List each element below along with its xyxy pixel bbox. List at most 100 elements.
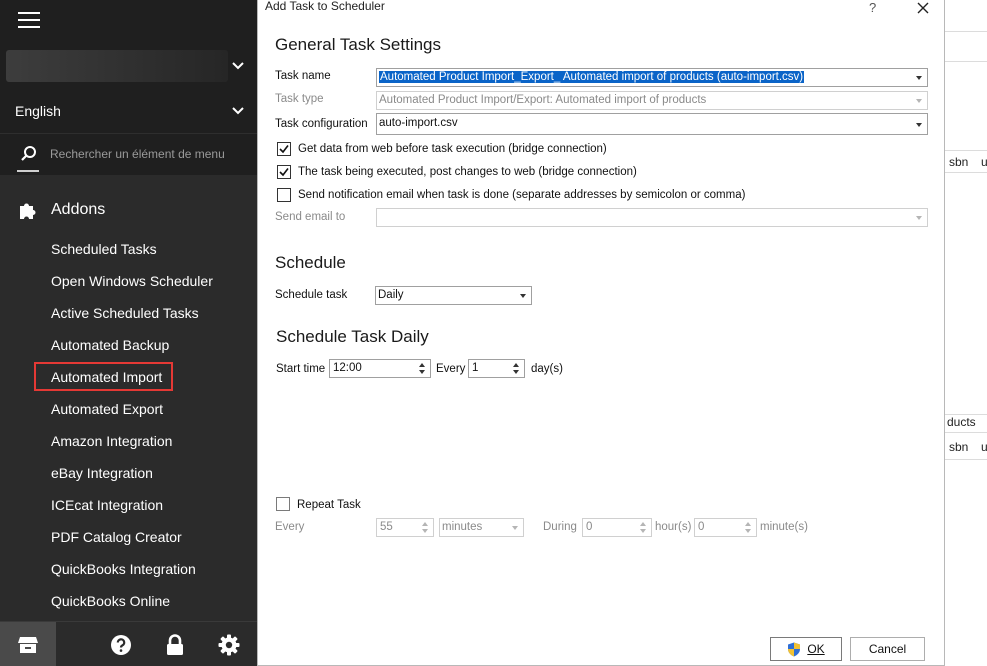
during-minutes-stepper: 0 (694, 518, 757, 537)
addons-section-header[interactable]: Addons (0, 192, 257, 228)
every-days-stepper[interactable]: 1 (468, 359, 525, 378)
close-icon[interactable] (915, 0, 931, 16)
sidebar: English Addons Scheduled Tasks Open Wind… (0, 0, 257, 666)
get-data-checkbox[interactable] (277, 142, 291, 156)
task-config-label: Task configuration (275, 118, 368, 130)
help-button[interactable] (93, 622, 149, 666)
send-email-checkbox[interactable] (277, 188, 291, 202)
menu-item-ebay-integration[interactable]: eBay Integration (51, 463, 153, 483)
account-name-blurred (6, 50, 228, 82)
sidebar-footer (0, 621, 257, 666)
settings-button[interactable] (201, 622, 257, 666)
start-time-label: Start time (276, 363, 326, 375)
bg-divider (945, 31, 987, 32)
menu-item-open-windows-scheduler[interactable]: Open Windows Scheduler (51, 271, 213, 291)
language-label: English (15, 103, 61, 119)
add-task-dialog: Add Task to Scheduler ? General Task Set… (257, 0, 945, 666)
menu-item-automated-backup[interactable]: Automated Backup (51, 335, 169, 355)
stepper-buttons[interactable] (416, 360, 430, 377)
dropdown-arrow-icon (916, 76, 922, 80)
bg-products-tab: ducts (947, 415, 976, 429)
menu-item-automated-export[interactable]: Automated Export (51, 399, 163, 419)
send-email-to-label: Send email to (275, 211, 346, 223)
stepper-down-icon[interactable] (513, 370, 519, 374)
stepper-down-icon (745, 529, 751, 533)
dropdown-arrow-icon (512, 526, 518, 530)
bg-column-isbn: sbn (949, 155, 969, 169)
during-label: During (543, 521, 577, 533)
checkmark-icon (279, 145, 289, 154)
search-underline (17, 170, 39, 172)
repeat-task-label: Repeat Task (297, 499, 361, 511)
every-label: Every (436, 363, 466, 375)
task-name-combo[interactable]: Automated Product Import_Export_ Automat… (376, 68, 928, 87)
repeat-task-checkbox[interactable] (276, 497, 290, 511)
stepper-up-icon (422, 522, 428, 526)
menu-search (0, 133, 257, 173)
ok-button[interactable]: OK (770, 637, 842, 661)
dialog-title: Add Task to Scheduler (265, 0, 385, 13)
task-type-value: Automated Product Import/Export: Automat… (379, 94, 707, 106)
checkmark-icon (279, 168, 289, 177)
schedule-task-label: Schedule task (275, 289, 348, 301)
search-icon (21, 146, 36, 161)
lock-icon (167, 633, 183, 655)
menu-item-automated-import[interactable]: Automated Import (51, 367, 162, 387)
cancel-button[interactable]: Cancel (850, 637, 925, 661)
repeat-unit-value: minutes (442, 521, 483, 533)
stepper-buttons (637, 519, 651, 536)
menu-item-pdf-catalog-creator[interactable]: PDF Catalog Creator (51, 527, 182, 547)
bg-divider (945, 150, 987, 151)
menu-item-scheduled-tasks[interactable]: Scheduled Tasks (51, 239, 157, 259)
send-email-to-combo (376, 208, 928, 227)
stepper-up-icon[interactable] (419, 363, 425, 367)
gear-icon (218, 634, 240, 655)
bg-column-u: u (981, 155, 987, 169)
lock-button[interactable] (147, 622, 203, 666)
cancel-button-label: Cancel (868, 642, 907, 656)
store-icon (18, 636, 38, 653)
menu-item-quickbooks-online[interactable]: QuickBooks Online (51, 591, 170, 611)
repeat-every-label: Every (275, 521, 305, 533)
repeat-every-value: 55 (380, 521, 393, 533)
help-button[interactable]: ? (869, 0, 876, 15)
days-label: day(s) (531, 363, 563, 375)
bg-divider (945, 172, 987, 173)
menu-item-icecat-integration[interactable]: ICEcat Integration (51, 495, 163, 515)
task-config-combo[interactable]: auto-import.csv (376, 113, 928, 135)
start-time-stepper[interactable]: 12:00 (329, 359, 431, 378)
task-type-label: Task type (275, 93, 324, 105)
get-data-label: Get data from web before task execution … (298, 143, 607, 155)
ok-button-label: OK (807, 642, 825, 656)
post-changes-checkbox[interactable] (277, 165, 291, 179)
menu-search-input[interactable] (50, 144, 240, 164)
puzzle-icon (20, 203, 36, 219)
shield-icon (788, 642, 801, 656)
task-config-value: auto-import.csv (379, 117, 458, 129)
during-minutes-value: 0 (698, 521, 705, 533)
dropdown-arrow-icon (916, 216, 922, 220)
menu-item-quickbooks-integration[interactable]: QuickBooks Integration (51, 559, 196, 579)
language-selector[interactable]: English (0, 96, 257, 126)
schedule-task-value: Daily (378, 289, 404, 301)
send-email-label: Send notification email when task is don… (298, 189, 746, 201)
task-name-value: Automated Product Import_Export_ Automat… (379, 71, 805, 83)
start-time-value: 12:00 (333, 362, 362, 374)
stepper-up-icon[interactable] (513, 363, 519, 367)
stepper-up-icon (640, 522, 646, 526)
stepper-buttons (419, 519, 433, 536)
account-selector[interactable] (0, 44, 257, 88)
menu-item-amazon-integration[interactable]: Amazon Integration (51, 431, 172, 451)
dropdown-arrow-icon (916, 99, 922, 103)
stepper-buttons[interactable] (510, 360, 524, 377)
menu-item-active-scheduled-tasks[interactable]: Active Scheduled Tasks (51, 303, 199, 323)
hours-label: hour(s) (655, 521, 692, 533)
schedule-task-select[interactable]: Daily (375, 286, 532, 305)
during-hours-stepper: 0 (582, 518, 652, 537)
stepper-down-icon[interactable] (419, 370, 425, 374)
store-button[interactable] (0, 622, 56, 666)
hamburger-menu-icon[interactable] (18, 12, 40, 30)
stepper-buttons (742, 519, 756, 536)
bg-divider (945, 432, 987, 433)
stepper-up-icon (745, 522, 751, 526)
